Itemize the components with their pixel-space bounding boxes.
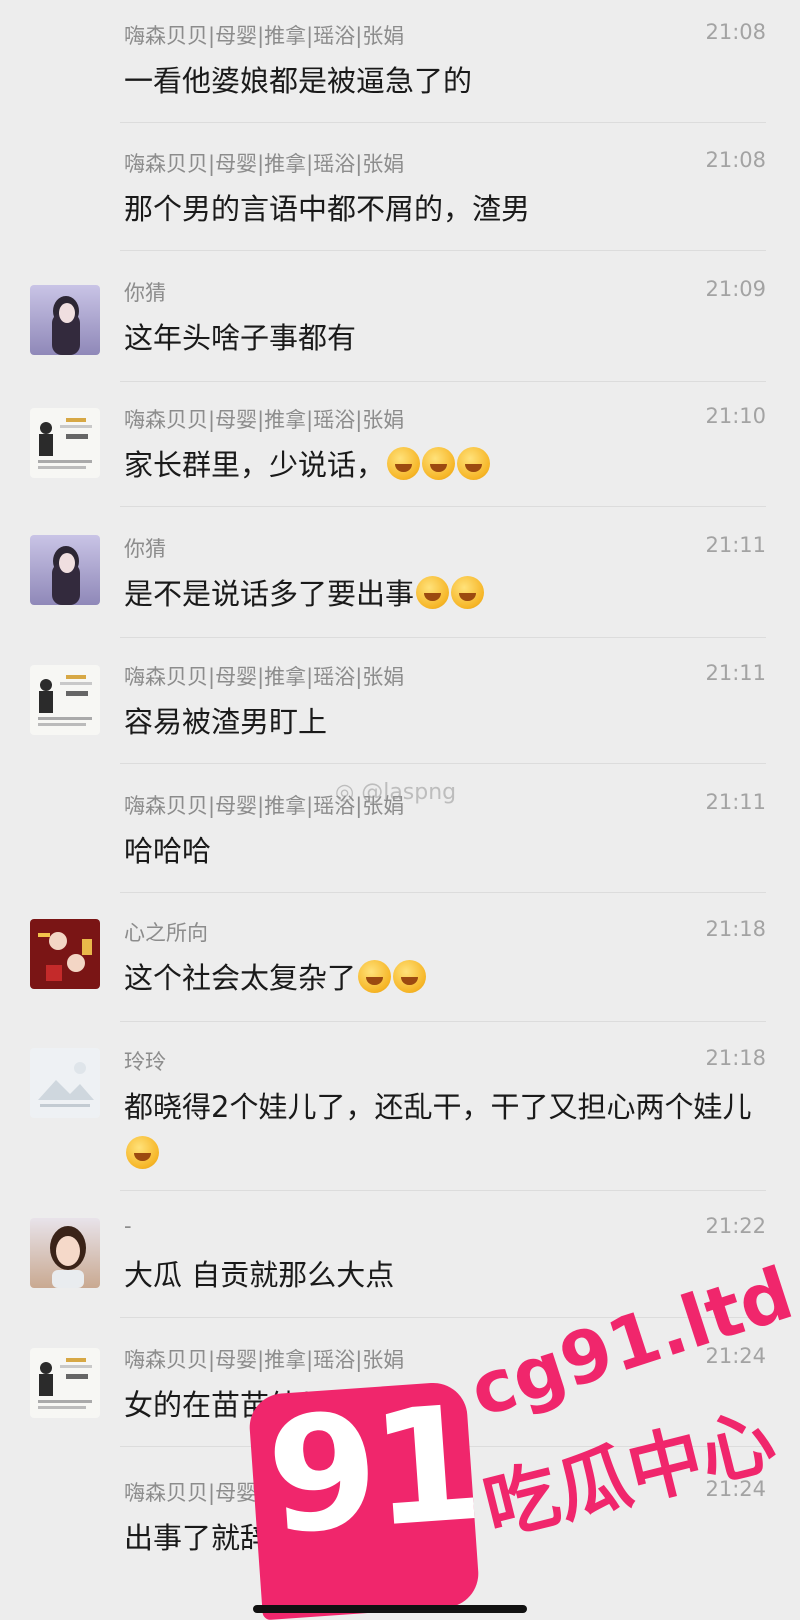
sender-name: 玲玲 <box>124 1050 166 1074</box>
message-time: 21:09 <box>705 277 766 301</box>
crying-laughing-emoji-icon <box>451 576 485 609</box>
crying-laughing-emoji-icon <box>416 576 450 609</box>
message-time: 21:08 <box>705 20 766 44</box>
sender-name: 嗨森贝贝|母婴|推拿|瑶浴|张娟 <box>124 665 405 689</box>
weibo-watermark-text: @laspng <box>361 780 457 805</box>
chat-message[interactable]: 心之所向 21:18 这个社会太复杂了 <box>0 897 800 1021</box>
sender-name: 你猜 <box>124 537 166 561</box>
avatar[interactable] <box>30 408 100 478</box>
chat-message[interactable]: 你猜 21:09 这年头啥子事都有 <box>0 257 800 381</box>
divider <box>120 381 766 382</box>
avatar[interactable] <box>30 285 100 355</box>
chat-message[interactable]: 玲玲 21:18 都晓得2个娃儿了，还乱干，干了又担心两个娃儿 <box>0 1026 800 1190</box>
message-text: 容易被渣男盯上 <box>124 705 328 739</box>
divider <box>120 506 766 507</box>
message-text-content: 家长群里，少说话， <box>124 448 386 482</box>
message-text: 都晓得2个娃儿了，还乱干，干了又担心两个娃儿 <box>124 1084 760 1178</box>
girl-photo-icon <box>52 296 80 355</box>
message-text: 哈哈哈 <box>124 834 212 868</box>
divider <box>120 250 766 251</box>
laughing-emoji-icon <box>422 447 456 480</box>
divider <box>120 122 766 123</box>
sender-name: 嗨森贝贝|母婴|推拿|瑶浴|张娟 <box>124 24 405 48</box>
sender-name: 嗨森贝贝|母婴|推拿|瑶浴|张娟 <box>124 152 405 176</box>
avatar[interactable] <box>30 1218 100 1288</box>
sender-name: 嗨森贝贝|母婴|推拿|瑶浴|张娟 <box>124 1348 405 1372</box>
business-card-icon <box>38 675 92 726</box>
divider <box>120 763 766 764</box>
business-card-icon <box>38 418 92 469</box>
laughing-emoji-icon <box>457 447 491 480</box>
sender-name: - <box>124 1214 132 1238</box>
laughing-emoji-icon <box>387 447 421 480</box>
message-text-content: 这个社会太复杂了 <box>124 961 357 995</box>
message-time: 21:11 <box>705 790 766 814</box>
avatar[interactable] <box>30 919 100 989</box>
crying-laughing-emoji-icon <box>358 960 392 993</box>
chat-message[interactable]: 嗨森贝贝|母婴|推拿|瑶浴|张娟 21:08 那个男的言语中都不屑的，渣男 <box>0 128 800 250</box>
avatar[interactable] <box>30 665 100 735</box>
sender-name: 心之所向 <box>124 921 208 945</box>
message-time: 21:11 <box>705 533 766 557</box>
weibo-icon: ◎ <box>335 780 355 805</box>
divider <box>120 892 766 893</box>
message-time: 21:18 <box>705 917 766 941</box>
message-text: 是不是说话多了要出事 <box>124 571 760 618</box>
woman-photo-icon <box>50 1226 86 1288</box>
message-text: 那个男的言语中都不屑的，渣男 <box>124 192 531 226</box>
chat-message[interactable]: 嗨森贝贝|母婴|推拿|瑶浴|张娟 21:11 容易被渣男盯上 <box>0 641 800 763</box>
message-time: 21:08 <box>705 148 766 172</box>
avatar[interactable] <box>30 1348 100 1418</box>
message-time: 21:22 <box>705 1214 766 1238</box>
red-new-year-avatar-icon <box>38 932 92 981</box>
chat-message[interactable]: 嗨森贝贝|母婴|推拿|瑶浴|张娟 21:10 家长群里，少说话， <box>0 384 800 506</box>
avatar[interactable] <box>30 1048 100 1118</box>
message-text-content: 是不是说话多了要出事 <box>124 577 415 611</box>
message-time: 21:11 <box>705 661 766 685</box>
weibo-watermark: ◎ @laspng <box>335 780 456 805</box>
message-text: 一看他婆娘都是被逼急了的 <box>124 64 473 98</box>
sender-name: 你猜 <box>124 281 166 305</box>
avatar[interactable] <box>30 535 100 605</box>
crying-laughing-emoji-icon <box>126 1136 159 1169</box>
home-indicator[interactable] <box>253 1605 527 1613</box>
divider <box>120 637 766 638</box>
girl-photo-icon <box>52 546 80 605</box>
message-time: 21:10 <box>705 404 766 428</box>
chat-message[interactable]: 嗨森贝贝|母婴|推拿|瑶浴|张娟 21:08 一看他婆娘都是被逼急了的 <box>0 0 800 122</box>
divider <box>120 1190 766 1191</box>
message-time: 21:18 <box>705 1046 766 1070</box>
message-text: 这年头啥子事都有 <box>124 321 357 355</box>
crying-laughing-emoji-icon <box>393 960 427 993</box>
sender-name: 嗨森贝贝|母婴|推拿|瑶浴|张娟 <box>124 408 405 432</box>
chat-message[interactable]: 你猜 21:11 是不是说话多了要出事 <box>0 513 800 637</box>
watermark-number: 91 <box>261 1371 483 1571</box>
business-card-icon <box>38 1358 92 1409</box>
divider <box>120 1021 766 1022</box>
image-placeholder-icon <box>38 1062 94 1107</box>
message-text-content: 都晓得2个娃儿了，还乱干，干了又担心两个娃儿 <box>124 1090 752 1124</box>
message-text: 这个社会太复杂了 <box>124 955 760 1002</box>
message-text: 家长群里，少说话， <box>124 442 760 489</box>
